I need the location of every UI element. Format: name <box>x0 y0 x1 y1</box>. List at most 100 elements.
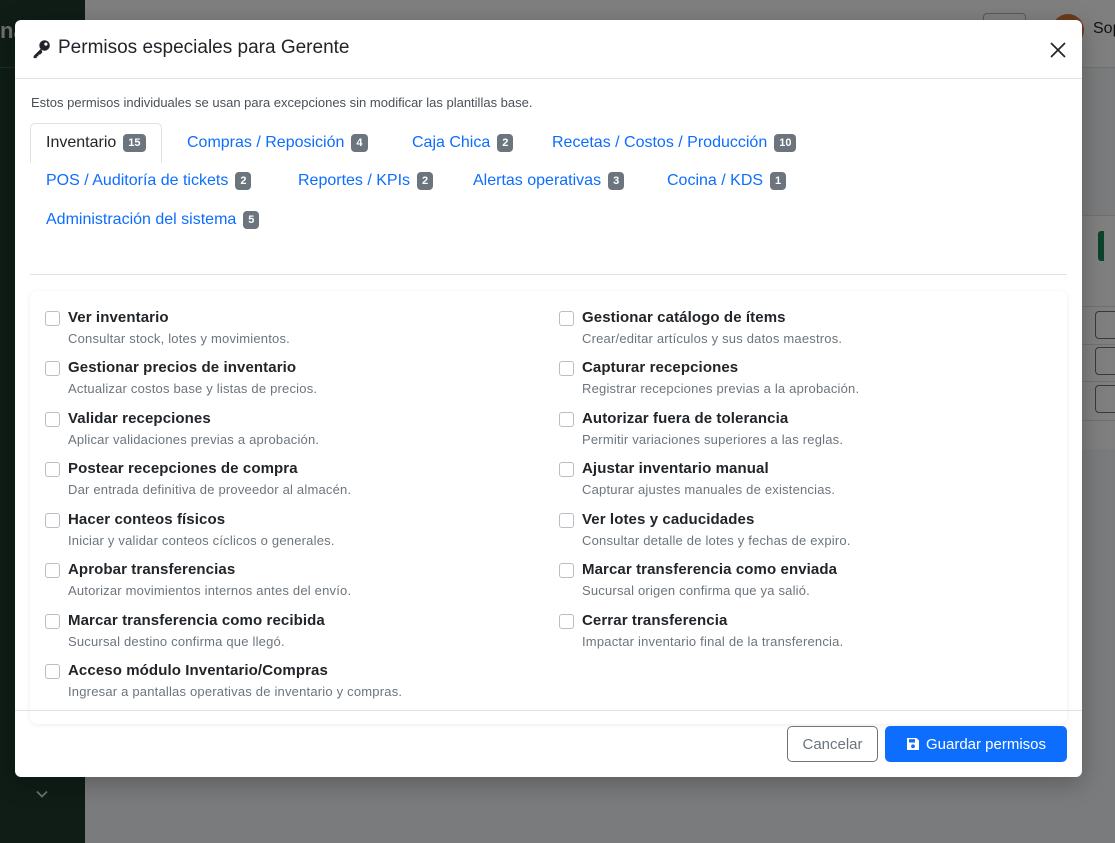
permission-desc: Crear/editar artículos y sus datos maest… <box>582 331 843 346</box>
tab-inventario[interactable]: Inventario 15 <box>30 123 162 163</box>
permission-desc: Impactar inventario final de la transfer… <box>582 634 844 649</box>
permission-item: Capturar recepciones Registrar recepcion… <box>559 358 859 398</box>
permission-title: Marcar transferencia como enviada <box>582 561 838 578</box>
permission-item: Ver inventario Consultar stock, lotes y … <box>45 308 290 348</box>
permission-item: Gestionar catálogo de ítems Crear/editar… <box>559 308 842 348</box>
tab-reportes[interactable]: Reportes / KPIs 2 <box>298 171 434 191</box>
tab-count-badge: 2 <box>235 172 252 190</box>
close-icon <box>1050 42 1066 58</box>
permission-checkbox[interactable] <box>45 412 60 427</box>
permission-checkbox[interactable] <box>559 614 574 629</box>
permission-desc: Aplicar validaciones previas a aprobació… <box>68 432 320 447</box>
permissions-modal: Permisos especiales para Gerente Estos p… <box>15 20 1082 777</box>
close-button[interactable] <box>1046 38 1070 62</box>
tab-label: Administración del sistema <box>46 211 237 228</box>
permission-title: Postear recepciones de compra <box>68 460 298 477</box>
tab-count-badge: 1 <box>770 172 787 190</box>
key-icon <box>33 39 50 58</box>
permission-desc: Registrar recepciones previas a la aprob… <box>582 381 860 396</box>
tab-count-badge: 5 <box>243 211 260 229</box>
tab-label: Caja Chica <box>412 134 491 151</box>
permission-item: Ajustar inventario manual Capturar ajust… <box>559 459 835 499</box>
permission-item: Postear recepciones de compra Dar entrad… <box>45 459 351 499</box>
permission-checkbox[interactable] <box>559 462 574 477</box>
permission-item: Aprobar transferencias Autorizar movimie… <box>45 560 351 600</box>
tab-label: POS / Auditoría de tickets <box>46 172 229 189</box>
tab-count-badge: 2 <box>497 134 514 152</box>
tab-label: Alertas operativas <box>473 172 602 189</box>
permission-checkbox[interactable] <box>45 311 60 326</box>
permissions-panel: Ver inventario Consultar stock, lotes y … <box>30 291 1067 724</box>
permission-checkbox[interactable] <box>559 412 574 427</box>
floppy-disk-icon <box>906 738 919 750</box>
permission-title: Hacer conteos físicos <box>68 511 226 528</box>
modal-header: Permisos especiales para Gerente <box>15 20 1082 79</box>
tab-label: Recetas / Costos / Producción <box>552 134 768 151</box>
permission-checkbox[interactable] <box>45 664 60 679</box>
permission-checkbox[interactable] <box>559 563 574 578</box>
tab-cocina[interactable]: Cocina / KDS 1 <box>667 171 787 191</box>
tab-count-badge: 4 <box>351 134 368 152</box>
permission-title: Gestionar precios de inventario <box>68 359 297 376</box>
tab-pos[interactable]: POS / Auditoría de tickets 2 <box>46 171 252 191</box>
permission-title: Capturar recepciones <box>582 359 739 376</box>
permission-desc: Actualizar costos base y listas de preci… <box>68 381 318 396</box>
save-permissions-button[interactable]: Guardar permisos <box>885 726 1067 762</box>
permission-desc: Consultar detalle de lotes y fechas de e… <box>582 533 851 548</box>
permission-desc: Permitir variaciones superiores a las re… <box>582 432 844 447</box>
permission-title: Validar recepciones <box>68 410 211 427</box>
permission-item: Ver lotes y caducidades Consultar detall… <box>559 510 851 550</box>
intro-text: Estos permisos individuales se usan para… <box>31 95 533 110</box>
tab-label: Cocina / KDS <box>667 172 764 189</box>
permission-desc: Iniciar y validar conteos cíclicos o gen… <box>68 533 335 548</box>
permission-title: Gestionar catálogo de ítems <box>582 309 786 326</box>
permission-checkbox[interactable] <box>559 361 574 376</box>
permission-checkbox[interactable] <box>559 513 574 528</box>
permission-checkbox[interactable] <box>559 311 574 326</box>
modal-title: Permisos especiales para Gerente <box>31 37 349 59</box>
permission-desc: Sucursal origen confirma que ya salió. <box>582 583 810 598</box>
cancel-button-label: Cancelar <box>802 735 863 753</box>
permission-tabs: Inventario 15 Compras / Reposición 4 Caj… <box>30 123 1067 275</box>
tab-alertas[interactable]: Alertas operativas 3 <box>473 171 625 191</box>
permission-item: Gestionar precios de inventario Actualiz… <box>45 358 317 398</box>
permission-item: Acceso módulo Inventario/Compras Ingresa… <box>45 661 402 701</box>
permission-checkbox[interactable] <box>45 614 60 629</box>
permission-item: Cerrar transferencia Impactar inventario… <box>559 611 843 651</box>
tab-label: Inventario <box>46 134 117 151</box>
tab-count-badge: 2 <box>417 172 434 190</box>
permission-desc: Autorizar movimientos internos antes del… <box>68 583 352 598</box>
permission-checkbox[interactable] <box>45 563 60 578</box>
modal-footer: Cancelar Guardar permisos <box>15 710 1082 777</box>
tab-administracion[interactable]: Administración del sistema 5 <box>46 210 260 230</box>
tab-compras[interactable]: Compras / Reposición 4 <box>187 133 368 153</box>
permission-item: Hacer conteos físicos Iniciar y validar … <box>45 510 335 550</box>
permission-checkbox[interactable] <box>45 513 60 528</box>
permission-desc: Sucursal destino confirma que llegó. <box>68 634 285 649</box>
permission-item: Validar recepciones Aplicar validaciones… <box>45 409 319 449</box>
permission-title: Acceso módulo Inventario/Compras <box>68 662 328 679</box>
permission-desc: Consultar stock, lotes y movimientos. <box>68 331 290 346</box>
permission-title: Cerrar transferencia <box>582 612 728 629</box>
permission-title: Ver lotes y caducidades <box>582 511 755 528</box>
tab-recetas[interactable]: Recetas / Costos / Producción 10 <box>552 133 797 153</box>
permission-checkbox[interactable] <box>45 361 60 376</box>
tab-caja-chica[interactable]: Caja Chica 2 <box>412 133 514 153</box>
permission-title: Aprobar transferencias <box>68 561 236 578</box>
tab-count-badge: 15 <box>123 134 146 152</box>
permission-title: Ver inventario <box>68 309 169 326</box>
permission-item: Marcar transferencia como enviada Sucurs… <box>559 560 837 600</box>
permission-desc: Capturar ajustes manuales de existencias… <box>582 482 836 497</box>
tab-label: Compras / Reposición <box>187 134 345 151</box>
save-button-label: Guardar permisos <box>925 735 1047 753</box>
cancel-button[interactable]: Cancelar <box>787 726 878 762</box>
permission-item: Autorizar fuera de tolerancia Permitir v… <box>559 409 843 449</box>
permission-desc: Dar entrada definitiva de proveedor al a… <box>68 482 352 497</box>
permission-title: Ajustar inventario manual <box>582 460 769 477</box>
tab-label: Reportes / KPIs <box>298 172 411 189</box>
permission-checkbox[interactable] <box>45 462 60 477</box>
permission-item: Marcar transferencia como recibida Sucur… <box>45 611 325 651</box>
permission-desc: Ingresar a pantallas operativas de inven… <box>68 684 403 699</box>
tab-count-badge: 10 <box>774 134 797 152</box>
modal-body: Estos permisos individuales se usan para… <box>15 79 1082 724</box>
